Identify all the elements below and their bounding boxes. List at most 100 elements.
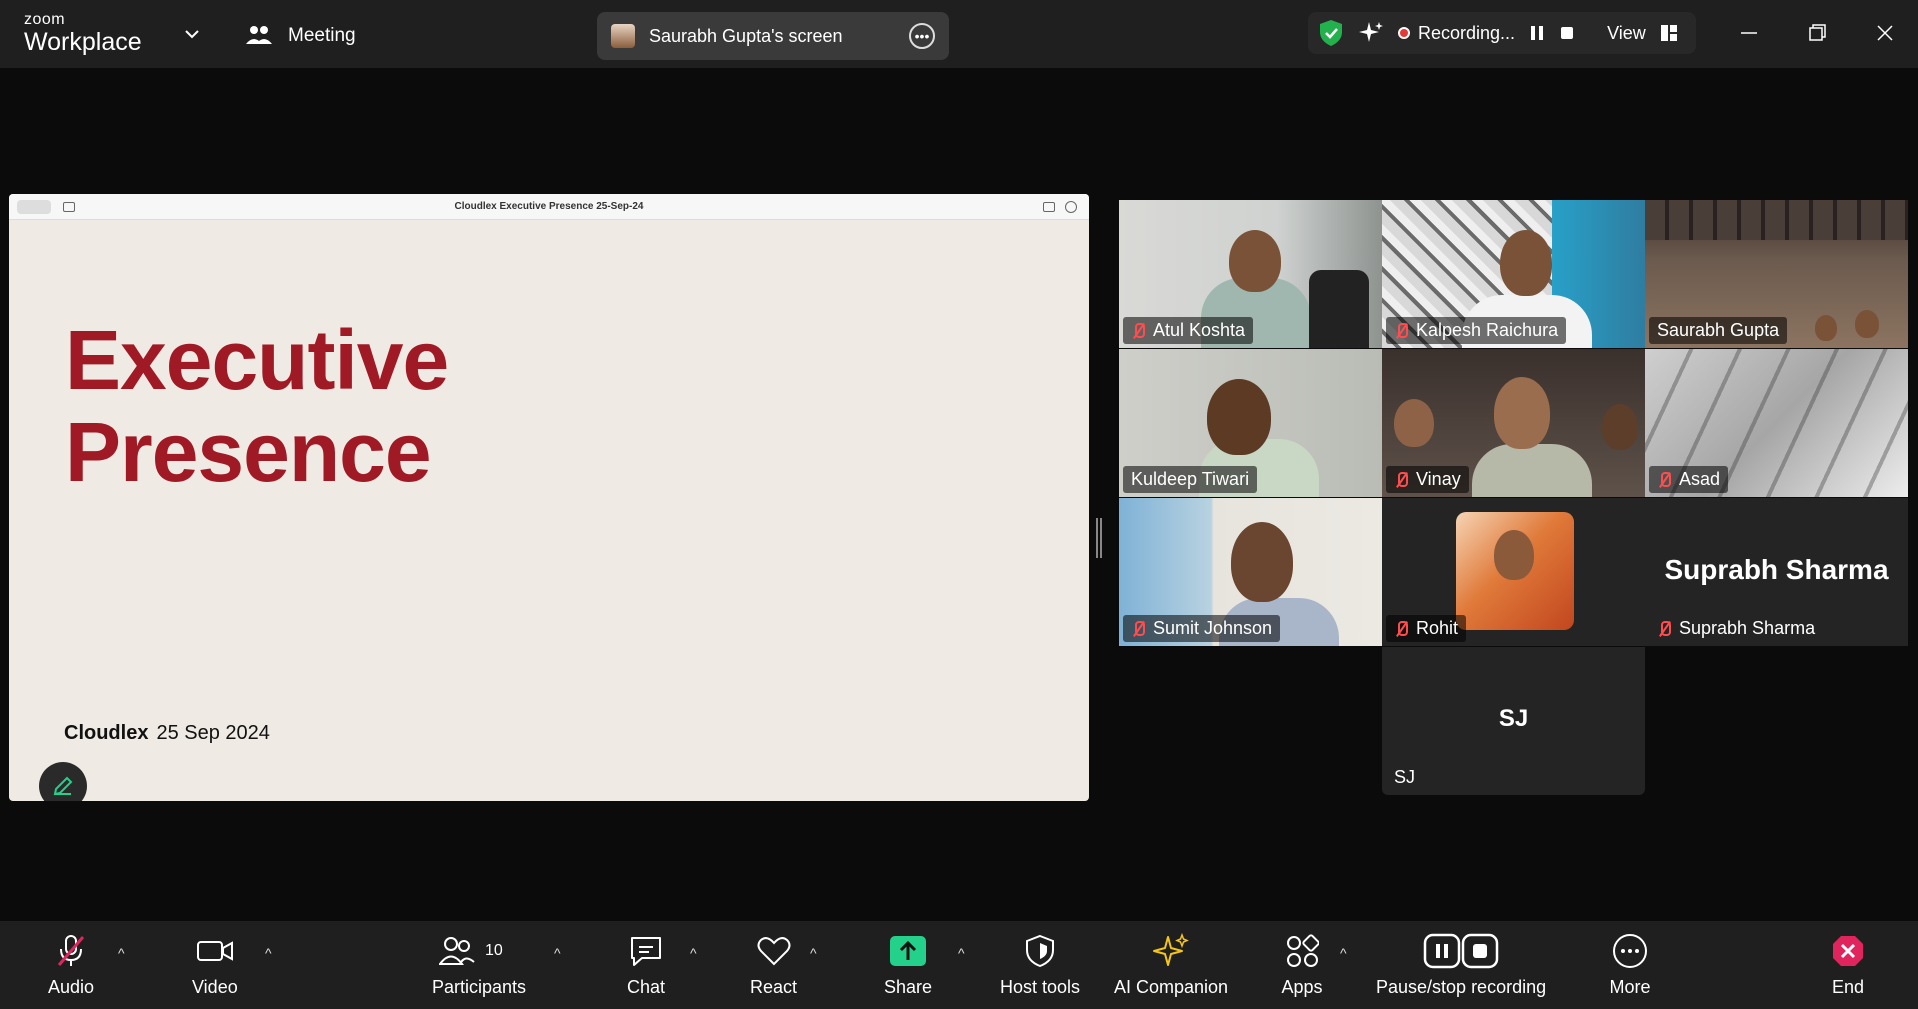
mic-muted-icon [1394, 322, 1408, 339]
participant-name-tag: Sumit Johnson [1123, 615, 1281, 642]
people-icon [246, 26, 272, 44]
chevron-up-icon[interactable]: ^ [265, 945, 279, 961]
host-tools-label: Host tools [1000, 977, 1081, 997]
share-button[interactable]: Share [884, 931, 932, 1001]
minimize-icon[interactable] [1734, 18, 1764, 48]
video-label: Video [192, 977, 238, 997]
chevron-up-icon[interactable]: ^ [554, 945, 568, 961]
view-button[interactable]: View [1607, 23, 1646, 44]
more-options-icon[interactable]: ••• [909, 23, 935, 49]
share-label: Share [884, 977, 933, 997]
slide-company: Cloudlex [64, 722, 149, 744]
react-label: React [750, 977, 798, 997]
participant-name: Vinay [1416, 469, 1461, 489]
avatar [611, 24, 635, 48]
more-label: More [1609, 977, 1651, 997]
chevron-up-icon[interactable]: ^ [118, 945, 132, 961]
screen-share-indicator[interactable]: Saurabh Gupta's screen ••• [597, 12, 949, 60]
shield-icon [1018, 931, 1062, 971]
apps-button[interactable]: Apps [1280, 931, 1324, 1001]
participants-label: Participants [432, 977, 527, 997]
chevron-down-icon[interactable] [182, 24, 202, 44]
slide-footer: Cloudlex 25 Sep 2024 [64, 722, 270, 745]
video-tile[interactable]: Asad [1645, 349, 1908, 497]
pause-stop-icon [1421, 931, 1501, 971]
mic-muted-icon [49, 931, 93, 971]
video-tile-active-speaker[interactable]: Saurabh Gupta [1645, 200, 1908, 348]
slide-date: 25 Sep 2024 [156, 722, 270, 744]
audio-button[interactable]: Audio [48, 931, 94, 1001]
host-tools-button[interactable]: Host tools [1000, 931, 1080, 1001]
top-bar: zoom Workplace Meeting Saurabh Gupta's s… [0, 0, 1918, 68]
participant-name: Kuldeep Tiwari [1131, 469, 1250, 489]
participant-name-tag: Atul Koshta [1123, 317, 1254, 344]
mic-muted-icon [1131, 620, 1145, 637]
mic-muted-icon [1657, 620, 1671, 637]
participant-name: SJ [1394, 767, 1416, 787]
mic-muted-icon [1657, 471, 1671, 488]
avatar [1456, 512, 1574, 630]
sparkle-icon[interactable] [1358, 20, 1384, 46]
more-icon [1608, 931, 1652, 971]
mic-muted-icon [1394, 471, 1408, 488]
shared-screen[interactable]: Cloudlex Executive Presence 25-Sep-24 Ex… [9, 194, 1089, 801]
chevron-up-icon[interactable]: ^ [1340, 945, 1354, 961]
zoom-workplace-logo: zoom Workplace [24, 12, 154, 57]
participants-button[interactable]: 10 Participants [432, 931, 526, 1001]
participant-name: Rohit [1416, 618, 1459, 638]
restore-icon[interactable] [1802, 18, 1832, 48]
video-tile[interactable]: Atul Koshta [1119, 200, 1382, 348]
participant-tile-no-video[interactable]: Suprabh Sharma Suprabh Sharma [1645, 498, 1908, 646]
pause-stop-recording-button[interactable]: Pause/stop recording [1376, 931, 1546, 1001]
participant-name-tag: Suprabh Sharma [1649, 615, 1823, 642]
shield-check-icon[interactable] [1318, 19, 1344, 47]
recording-status: Recording... [1418, 22, 1516, 43]
video-tile[interactable]: Sumit Johnson [1119, 498, 1382, 646]
video-tile[interactable]: Vinay [1382, 349, 1645, 497]
end-meeting-button[interactable]: End [1826, 931, 1870, 1001]
participant-tile-no-video[interactable]: SJ SJ [1382, 647, 1645, 795]
meeting-info-button[interactable]: Meeting [246, 22, 356, 50]
participant-tile-avatar[interactable]: Rohit [1382, 498, 1645, 646]
ai-companion-button[interactable]: AI Companion [1114, 931, 1228, 1001]
chat-button[interactable]: Chat [624, 931, 668, 1001]
slide-title-line1: Executive [65, 313, 449, 407]
display-icon [1043, 202, 1055, 212]
react-button[interactable]: React [750, 931, 797, 1001]
heart-icon [752, 931, 796, 971]
participants-count: 10 [485, 942, 503, 959]
participant-name: Asad [1679, 469, 1721, 489]
chat-label: Chat [626, 977, 666, 997]
video-button[interactable]: Video [192, 931, 238, 1001]
pen-icon [53, 776, 73, 796]
video-tile[interactable]: Kalpesh Raichura [1382, 200, 1645, 348]
recording-dot-icon [1398, 27, 1410, 39]
annotate-pen-button[interactable] [39, 762, 87, 801]
chevron-up-icon[interactable]: ^ [690, 945, 704, 961]
status-group: Recording... View [1308, 12, 1696, 54]
slide-title: Executive Presence [65, 313, 449, 498]
participant-initials: SJ [1498, 705, 1529, 732]
shared-window-title: Cloudlex Executive Presence 25-Sep-24 [454, 201, 644, 212]
close-icon[interactable] [1870, 18, 1900, 48]
stop-icon[interactable] [1559, 24, 1575, 42]
pause-icon[interactable] [1529, 24, 1545, 42]
video-tile[interactable]: Kuldeep Tiwari [1119, 349, 1382, 497]
help-icon [1065, 201, 1077, 213]
participant-display-name: Suprabh Sharma [1664, 554, 1889, 585]
apps-grid-icon [1280, 931, 1324, 971]
end-icon [1826, 931, 1870, 971]
end-label: End [1831, 977, 1865, 997]
participant-name-tag: Saurabh Gupta [1649, 317, 1788, 344]
grid-view-icon[interactable] [1660, 24, 1678, 42]
brand-bottom-text: Workplace [24, 28, 142, 56]
chevron-up-icon[interactable]: ^ [810, 945, 824, 961]
meeting-label: Meeting [288, 25, 356, 46]
more-button[interactable]: More [1608, 931, 1652, 1001]
participant-name: Saurabh Gupta [1657, 320, 1780, 340]
resize-handle[interactable] [1096, 518, 1102, 558]
chevron-up-icon[interactable]: ^ [958, 945, 972, 961]
participant-name-tag: Kuldeep Tiwari [1123, 466, 1258, 493]
shared-window-titlebar: Cloudlex Executive Presence 25-Sep-24 [9, 194, 1089, 220]
share-screen-icon [886, 931, 930, 971]
